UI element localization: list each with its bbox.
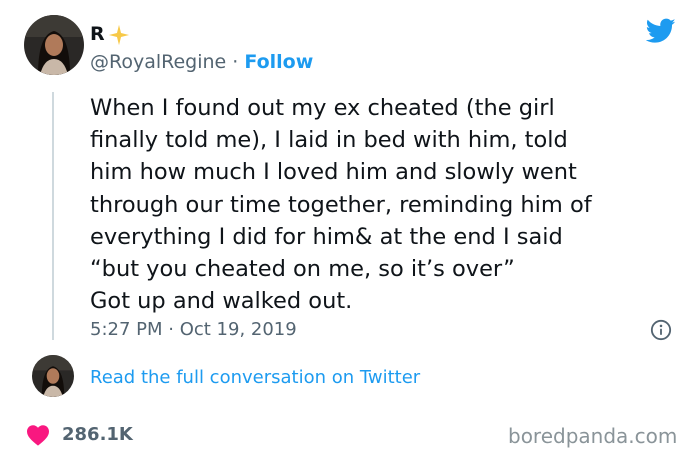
tweet-line: “but you cheated on me, so it’s over” bbox=[90, 256, 515, 283]
handle-row: @RoyalRegine · Follow bbox=[90, 50, 313, 74]
avatar-image bbox=[32, 355, 74, 397]
info-icon[interactable] bbox=[650, 319, 672, 341]
like-count: 286.1K bbox=[62, 424, 133, 445]
watermark: boredpanda.com bbox=[508, 424, 678, 448]
tweet-line: finally told me), I laid in bed with him… bbox=[90, 127, 568, 154]
thread-line bbox=[52, 92, 54, 340]
author-name[interactable]: R bbox=[90, 22, 105, 46]
tweet-text: When I found out my ex cheated (the girl… bbox=[90, 92, 690, 317]
tweet-timestamp[interactable]: 5:27 PM · Oct 19, 2019 bbox=[90, 318, 297, 342]
read-conversation-link[interactable]: Read the full conversation on Twitter bbox=[90, 366, 420, 390]
tweet-line: When I found out my ex cheated (the girl bbox=[90, 95, 555, 121]
tweet-line: through our time together, reminding him… bbox=[90, 191, 592, 218]
avatar-image bbox=[24, 15, 84, 75]
sparkle-icon bbox=[108, 24, 130, 46]
heart-icon[interactable] bbox=[26, 424, 50, 446]
handle-separator: · bbox=[226, 51, 245, 73]
tweet-line: everything I did for him& at the end I s… bbox=[90, 223, 563, 250]
author-handle[interactable]: @RoyalRegine bbox=[90, 51, 226, 73]
follow-button[interactable]: Follow bbox=[244, 51, 313, 73]
twitter-bird-icon[interactable] bbox=[646, 18, 676, 44]
tweet-line: Got up and walked out. bbox=[90, 288, 353, 315]
avatar[interactable] bbox=[24, 15, 84, 75]
tweet-line: him how much I loved him and slowly went bbox=[90, 159, 577, 186]
conversation-avatar[interactable] bbox=[32, 355, 74, 397]
